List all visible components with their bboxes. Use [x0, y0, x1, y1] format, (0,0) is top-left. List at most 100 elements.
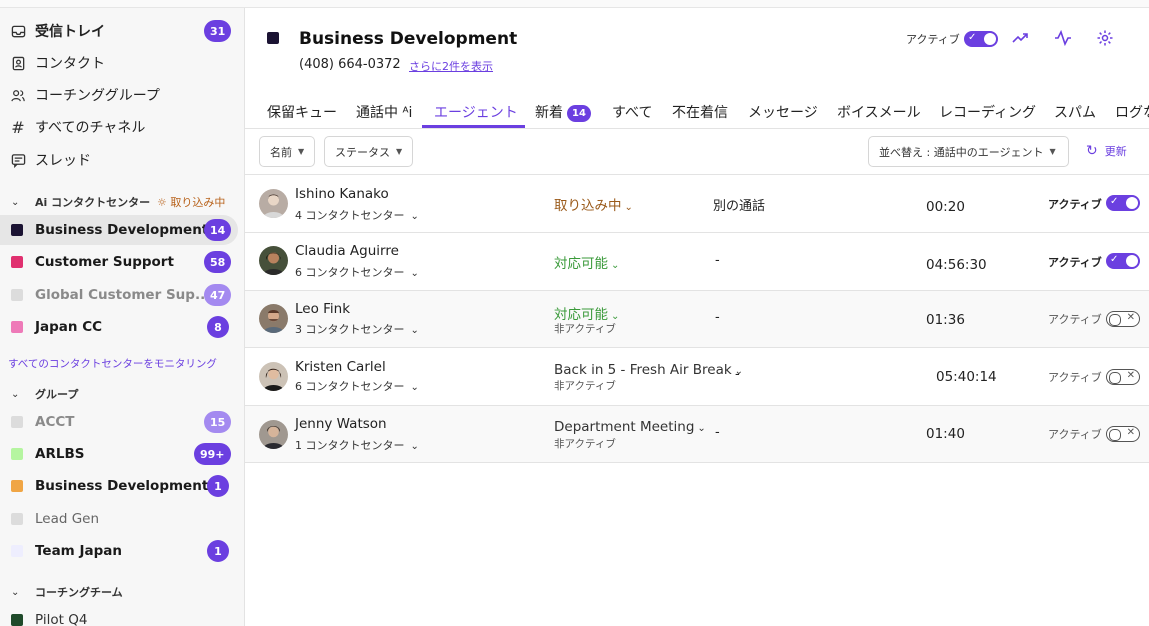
- sort-select[interactable]: 並べ替え : 通話中のエージェント ▼: [868, 136, 1069, 167]
- agent-status[interactable]: Back in 5 - Fresh Air Break ⌄: [554, 362, 743, 378]
- count-badge: 99+: [194, 443, 231, 465]
- agent-centers[interactable]: 6 コンタクトセンター ⌄: [295, 264, 419, 280]
- table-row[interactable]: Claudia Aguirre 6 コンタクトセンター ⌄ 対応可能 ⌄ - 04:…: [245, 233, 1149, 291]
- tab-in-call[interactable]: 通話中 ᴬi: [356, 102, 412, 122]
- chevron-down-icon: ⌄: [11, 196, 20, 208]
- tab-voicemail[interactable]: ボイスメール: [837, 102, 921, 122]
- agent-status[interactable]: 対応可能 ⌄: [554, 303, 619, 323]
- agent-substatus: 非アクティブ: [554, 380, 616, 392]
- agent-call-info: 別の通話: [713, 199, 766, 214]
- agent-centers[interactable]: 3 コンタクトセンター ⌄: [295, 321, 419, 337]
- agent-centers-label: 4 コンタクトセンター: [295, 209, 405, 222]
- sidebar-item-threads[interactable]: スレッド: [0, 147, 244, 173]
- tab-logs[interactable]: ログな: [1115, 102, 1149, 122]
- trend-icon[interactable]: [1011, 29, 1031, 49]
- agent-substatus: 非アクティブ: [554, 323, 616, 335]
- tab-messages[interactable]: メッセージ: [748, 102, 818, 122]
- agent-status[interactable]: Department Meeting ⌄: [554, 419, 706, 435]
- monitor-all-link[interactable]: すべてのコンタクトセンターをモニタリング: [8, 356, 217, 371]
- agent-duration: 00:20: [926, 199, 965, 215]
- agent-active-toggle[interactable]: [1106, 253, 1140, 269]
- sort-label: 並べ替え : 通話中のエージェント: [879, 145, 1044, 159]
- sidebar-item-label: コンタクト: [35, 56, 105, 72]
- table-row[interactable]: Jenny Watson 1 コンタクトセンター ⌄ Department Mee…: [245, 406, 1149, 463]
- avatar: [259, 246, 288, 275]
- sidebar-item-group-arlbs[interactable]: ARLBS 99+: [0, 439, 238, 469]
- chevron-down-icon: ⌄: [410, 441, 419, 452]
- sidebar-item-cc-customer-support[interactable]: Customer Support 58: [0, 247, 238, 277]
- coaching-team-section[interactable]: ⌄ コーチングチーム: [0, 582, 244, 602]
- group-label: ACCT: [35, 414, 75, 430]
- agent-active-toggle[interactable]: [1106, 426, 1140, 442]
- color-swatch: [11, 416, 23, 428]
- tab-hold-queue[interactable]: 保留キュー: [267, 102, 337, 122]
- section-title: コーチングチーム: [35, 586, 123, 599]
- group-section[interactable]: ⌄ グループ: [0, 384, 244, 404]
- agent-active-toggle[interactable]: [1106, 311, 1140, 327]
- color-swatch: [11, 614, 23, 626]
- show-more-link[interactable]: さらに2件を表示: [409, 58, 493, 74]
- agent-centers[interactable]: 4 コンタクトセンター ⌄: [295, 207, 419, 223]
- sidebar-item-group-team-japan[interactable]: Team Japan 1: [0, 536, 238, 566]
- cc-label: Global Customer Sup...: [35, 287, 211, 303]
- agent-centers-label: 6 コンタクトセンター: [295, 266, 405, 279]
- agent-active-toggle[interactable]: [1106, 195, 1140, 211]
- tab-new[interactable]: 新着 14: [535, 102, 591, 122]
- agent-status[interactable]: 対応可能 ⌄: [554, 252, 619, 272]
- activity-icon[interactable]: [1054, 29, 1074, 49]
- agent-substatus: 非アクティブ: [554, 438, 616, 450]
- agent-name: Kristen Carlel: [295, 359, 386, 375]
- sidebar-item-coaching-groups[interactable]: コーチンググループ: [0, 82, 244, 108]
- chevron-down-icon: ⌄: [410, 382, 419, 393]
- refresh-icon: ↻: [1086, 143, 1098, 159]
- chevron-down-icon: ⌄: [11, 388, 20, 400]
- name-filter[interactable]: 名前 ▼: [259, 136, 316, 167]
- tab-recordings[interactable]: レコーディング: [939, 102, 1036, 122]
- ai-contact-center-section[interactable]: ⌄ Ai コンタクトセンター ☼ 取り込み中: [0, 192, 244, 212]
- active-toggle[interactable]: [964, 31, 998, 47]
- chevron-down-icon: ⌄: [611, 260, 620, 271]
- sidebar-item-cc-business-development[interactable]: Business Development 14: [0, 215, 238, 245]
- refresh-label: 更新: [1104, 145, 1127, 158]
- sidebar-item-inbox[interactable]: 受信トレイ 31: [0, 18, 244, 44]
- refresh-button[interactable]: ↻ 更新: [1086, 143, 1127, 159]
- filter-label: ステータス: [335, 145, 390, 159]
- phone-number: (408) 664-0372: [299, 57, 401, 72]
- sidebar-item-group-acct[interactable]: ACCT 15: [0, 407, 238, 437]
- table-row[interactable]: Leo Fink 3 コンタクトセンター ⌄ 対応可能 ⌄ 非アクティブ - 01:…: [245, 291, 1149, 348]
- sidebar-item-contacts[interactable]: コンタクト: [0, 50, 244, 76]
- agent-status[interactable]: 取り込み中 ⌄: [554, 194, 633, 214]
- chevron-down-icon: ⌄: [697, 423, 706, 434]
- agent-centers[interactable]: 6 コンタクトセンター ⌄: [295, 378, 419, 394]
- sidebar-item-group-lead-gen[interactable]: Lead Gen: [0, 504, 238, 534]
- agent-duration: 01:40: [926, 426, 965, 442]
- sidebar-item-coaching-pilot-q4[interactable]: Pilot Q4: [0, 605, 238, 626]
- agent-active-label: アクティブ: [1048, 371, 1102, 384]
- sidebar-item-cc-global-customer-support[interactable]: Global Customer Sup... 47: [0, 280, 238, 310]
- count-badge: 14: [204, 219, 232, 241]
- color-swatch: [11, 545, 23, 557]
- group-label: Team Japan: [35, 543, 122, 559]
- color-swatch: [11, 321, 23, 333]
- tab-agents[interactable]: エージェント: [434, 102, 518, 122]
- contact-icon: [10, 55, 26, 71]
- section-title: グループ: [35, 388, 79, 401]
- gear-icon[interactable]: [1096, 29, 1116, 49]
- table-row[interactable]: Kristen Carlel 6 コンタクトセンター ⌄ Back in 5 - …: [245, 348, 1149, 406]
- people-icon: [10, 87, 26, 103]
- tab-all[interactable]: すべて: [612, 102, 652, 122]
- sidebar-item-all-channels[interactable]: # すべてのチャネル: [0, 114, 244, 140]
- agent-duration: 04:56:30: [926, 257, 987, 273]
- agent-centers[interactable]: 1 コンタクトセンター ⌄: [295, 437, 419, 453]
- tab-spam[interactable]: スパム: [1054, 102, 1096, 122]
- cc-label: Business Development: [35, 222, 209, 238]
- sidebar-item-cc-japan-cc[interactable]: Japan CC 8: [0, 312, 238, 342]
- agent-active-toggle[interactable]: [1106, 369, 1140, 385]
- table-row[interactable]: Ishino Kanako 4 コンタクトセンター ⌄ 取り込み中 ⌄ 別の通話 0…: [245, 175, 1149, 233]
- status-filter[interactable]: ステータス ▼: [324, 136, 414, 167]
- tab-missed[interactable]: 不在着信: [672, 102, 728, 122]
- group-label: Business Development: [35, 478, 209, 494]
- agent-duration: 01:36: [926, 312, 965, 328]
- agent-call-info: -: [735, 367, 740, 382]
- sidebar-item-group-business-development[interactable]: Business Development 1: [0, 471, 238, 501]
